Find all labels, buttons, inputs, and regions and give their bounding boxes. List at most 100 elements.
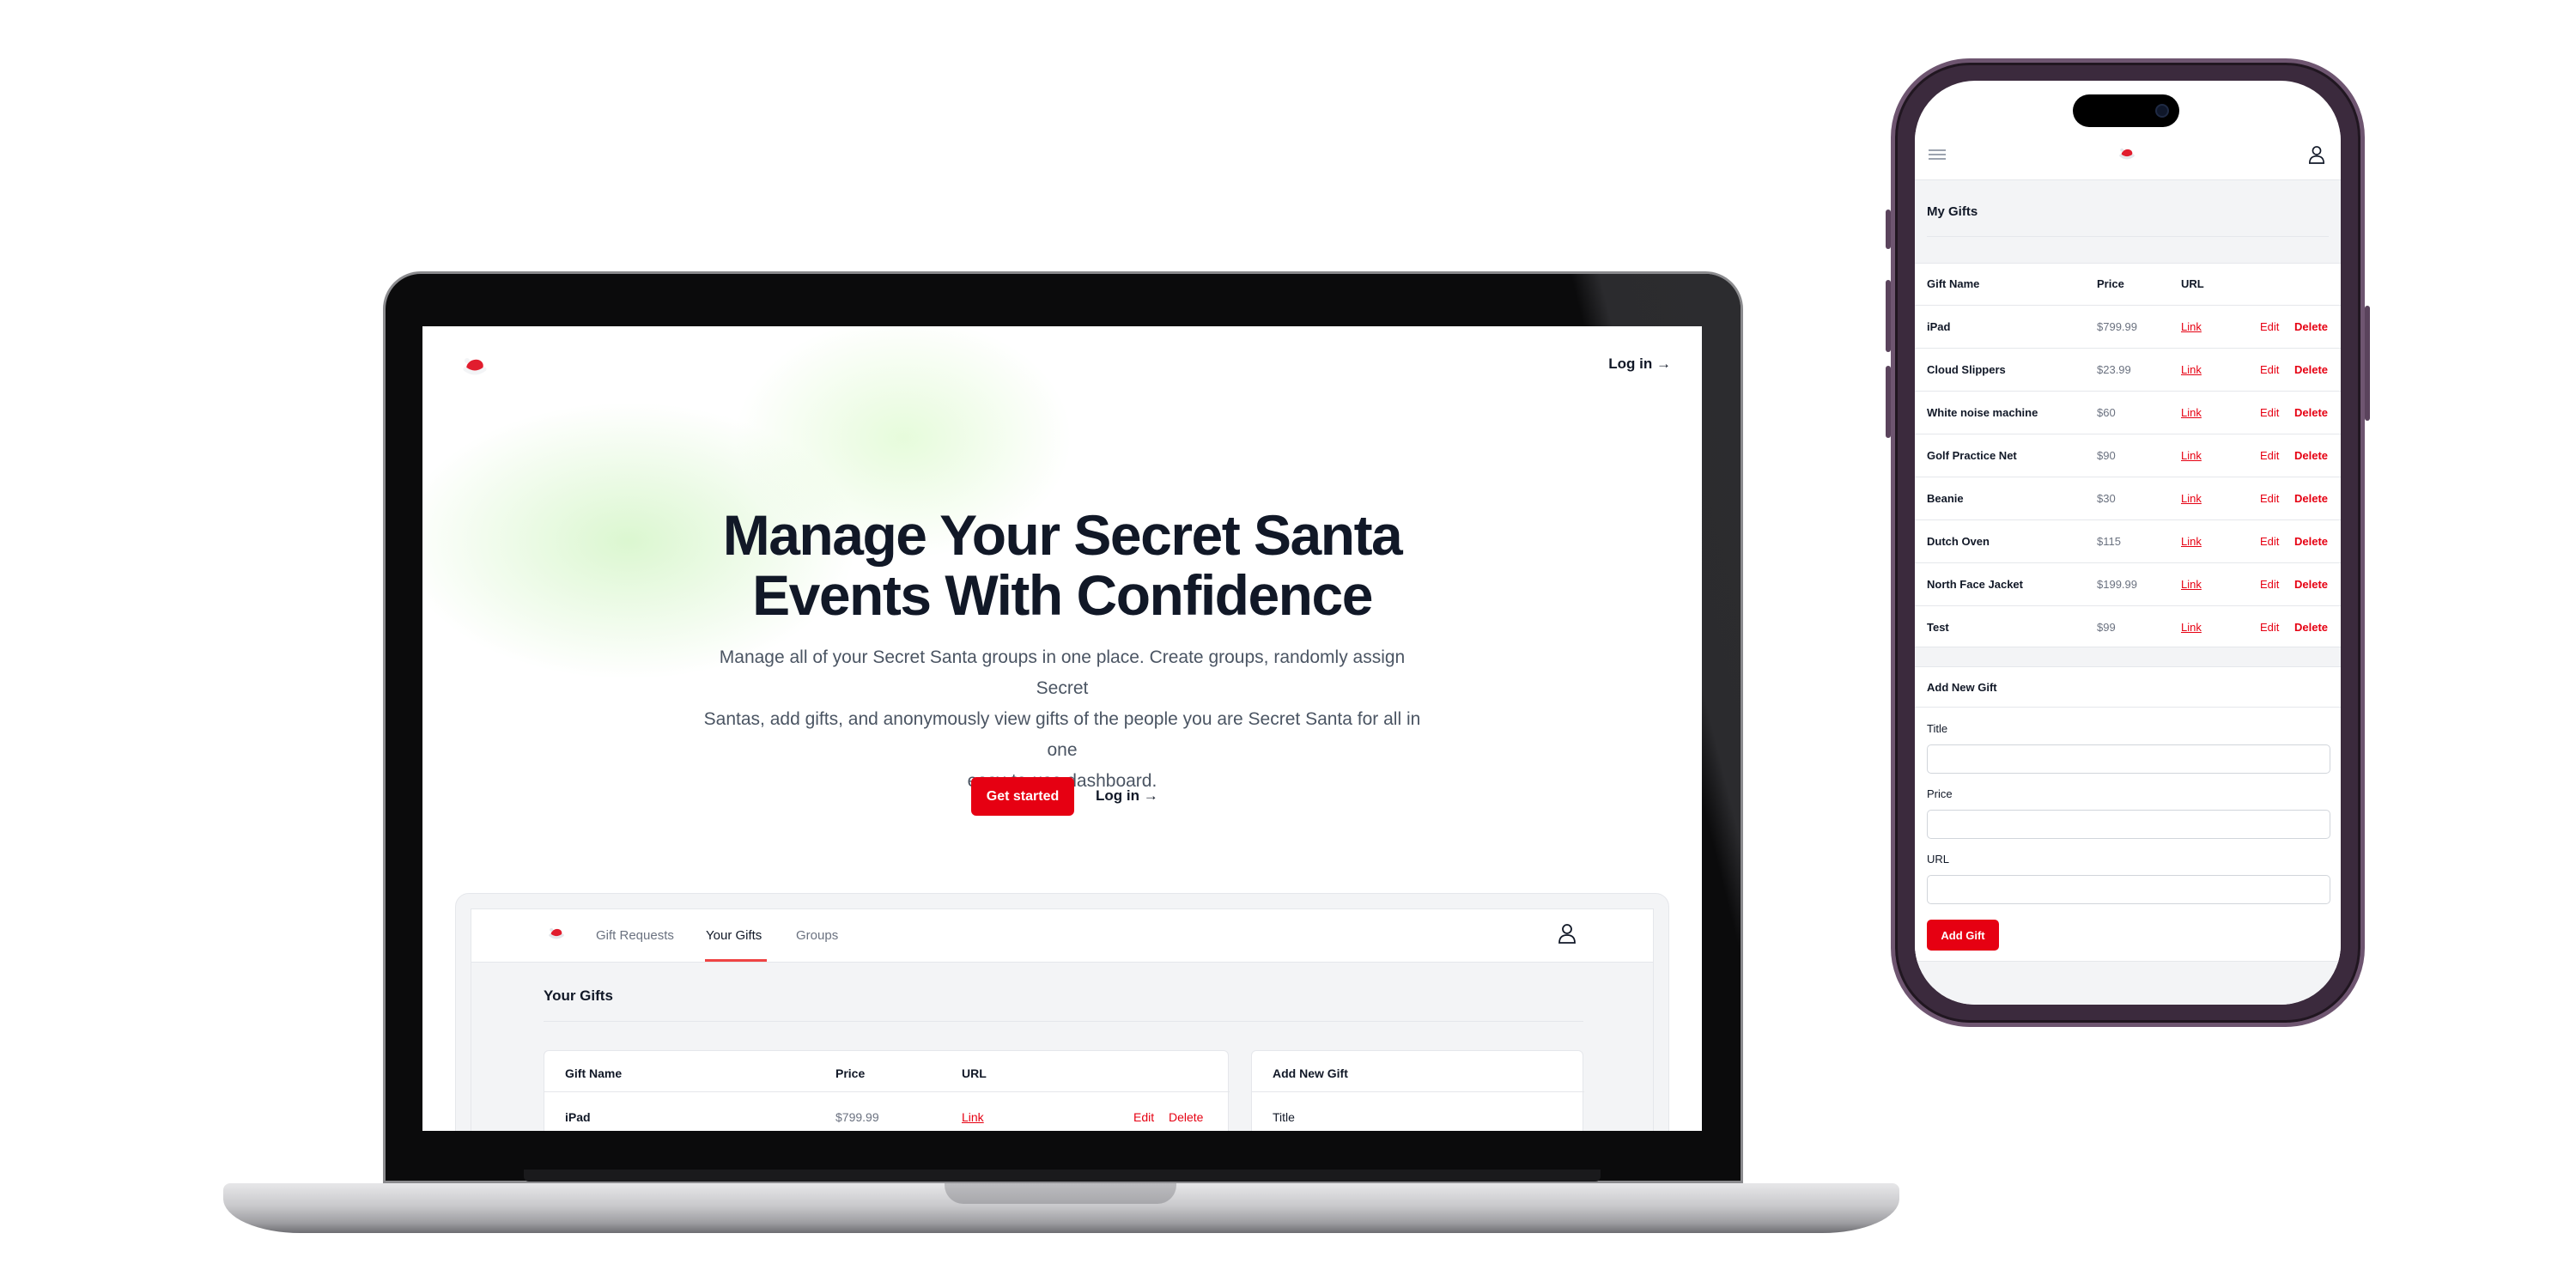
hero-title-line: Manage Your Secret Santa xyxy=(722,503,1403,567)
hamburger-menu-icon[interactable] xyxy=(1929,147,1946,162)
edit-button[interactable]: Edit xyxy=(2260,492,2279,505)
gift-name-cell: North Face Jacket xyxy=(1927,578,2023,591)
phone-body: My Gifts Gift Name Price URL iPad $799.99… xyxy=(1915,180,2341,1005)
get-started-button[interactable]: Get started xyxy=(971,777,1074,816)
edit-button[interactable]: Edit xyxy=(2260,535,2279,548)
gift-price-cell: $115 xyxy=(2097,535,2121,548)
gifts-table: Gift Name Price URL iPad $799.99 Link Edit D… xyxy=(1915,263,2341,647)
table-row: Test $99 Link Edit Delete xyxy=(1915,605,2341,648)
url-input[interactable] xyxy=(1927,875,2330,904)
hero-title-line: Events With Confidence xyxy=(752,563,1373,627)
add-gift-title: Add New Gift xyxy=(1273,1066,1348,1080)
column-header: URL xyxy=(2181,277,2204,290)
gift-price-cell: $30 xyxy=(2097,492,2116,505)
edit-button[interactable]: Edit xyxy=(1133,1110,1154,1124)
add-gift-form: Add New Gift Title Price URL Add Gift xyxy=(1915,666,2341,962)
table-row: Cloud Slippers $23.99 Link Edit Delete xyxy=(1915,348,2341,391)
edit-button[interactable]: Edit xyxy=(2260,578,2279,591)
table-row: Golf Practice Net $90 Link Edit Delete xyxy=(1915,434,2341,477)
edit-button[interactable]: Edit xyxy=(2260,621,2279,634)
divider xyxy=(544,1091,1230,1092)
gift-name-cell: Golf Practice Net xyxy=(1927,449,2017,462)
price-label: Price xyxy=(1927,787,1953,800)
gift-name-cell: Beanie xyxy=(1927,492,1964,505)
column-header: Gift Name xyxy=(1927,277,1980,290)
edit-button[interactable]: Edit xyxy=(2260,406,2279,419)
gift-url-link[interactable]: Link xyxy=(2181,363,2202,376)
gift-price-cell: $90 xyxy=(2097,449,2116,462)
delete-button[interactable]: Delete xyxy=(2294,535,2328,548)
column-header: Gift Name xyxy=(565,1066,623,1080)
tab-gift-requests[interactable]: Gift Requests xyxy=(596,928,674,943)
tab-groups[interactable]: Groups xyxy=(796,928,838,943)
delete-button[interactable]: Delete xyxy=(1169,1110,1203,1124)
gift-price-cell: $199.99 xyxy=(2097,578,2137,591)
gift-url-link[interactable]: Link xyxy=(2181,578,2202,591)
edit-button[interactable]: Edit xyxy=(2260,320,2279,333)
edit-button[interactable]: Edit xyxy=(2260,449,2279,462)
divider xyxy=(1252,1091,1584,1092)
gift-name-cell: iPad xyxy=(1927,320,1951,333)
delete-button[interactable]: Delete xyxy=(2294,363,2328,376)
table-row: Dutch Oven $115 Link Edit Delete xyxy=(1915,519,2341,562)
delete-button[interactable]: Delete xyxy=(2294,578,2328,591)
add-gift-button[interactable]: Add Gift xyxy=(1927,920,1999,951)
column-header: Price xyxy=(835,1066,866,1080)
santa-hat-icon[interactable] xyxy=(460,352,489,378)
gift-url-link[interactable]: Link xyxy=(2181,492,2202,505)
hero-description: Manage all of your Secret Santa groups i… xyxy=(693,642,1431,797)
gift-url-link[interactable]: Link xyxy=(2181,320,2202,333)
divider xyxy=(1927,236,2329,237)
delete-button[interactable]: Delete xyxy=(2294,621,2328,634)
tab-your-gifts[interactable]: Your Gifts xyxy=(706,928,762,943)
column-header: URL xyxy=(962,1066,987,1080)
gift-price-cell: $799.99 xyxy=(2097,320,2137,333)
camera-icon xyxy=(2155,104,2169,118)
add-gift-title: Add New Gift xyxy=(1927,681,1997,694)
santa-hat-icon[interactable] xyxy=(547,924,566,941)
delete-button[interactable]: Delete xyxy=(2294,492,2328,505)
gift-price-cell: $60 xyxy=(2097,406,2116,419)
gift-url-link[interactable]: Link xyxy=(2181,406,2202,419)
gifts-table: Gift Name Price URL iPad $799.99 Link Ed… xyxy=(544,1050,1230,1131)
laptop-hinge xyxy=(524,1170,1601,1182)
gift-name-cell: iPad xyxy=(565,1110,591,1124)
laptop-screen: Log in → Manage Your Secret Santa Events… xyxy=(422,326,1702,1131)
title-input[interactable] xyxy=(1927,744,2330,774)
gift-url-link[interactable]: Link xyxy=(2181,535,2202,548)
laptop-notch xyxy=(945,1183,1176,1204)
url-label: URL xyxy=(1927,853,1950,866)
gift-name-cell: Dutch Oven xyxy=(1927,535,1990,548)
phone-screen: My Gifts Gift Name Price URL iPad $799.99… xyxy=(1915,81,2341,1005)
gift-name-cell: Test xyxy=(1927,621,1949,634)
divider xyxy=(544,1021,1583,1022)
phone-power-button xyxy=(2365,306,2370,421)
gift-url-link[interactable]: Link xyxy=(2181,449,2202,462)
dashboard-nav: Gift Requests Your Gifts Groups xyxy=(471,909,1653,963)
delete-button[interactable]: Delete xyxy=(2294,406,2328,419)
hero-title: Manage Your Secret Santa Events With Con… xyxy=(422,505,1702,625)
title-label: Title xyxy=(1273,1110,1295,1124)
active-tab-indicator xyxy=(705,959,767,962)
nav-login-link[interactable]: Log in → xyxy=(1608,355,1671,373)
phone-header xyxy=(1915,132,2341,180)
price-input[interactable] xyxy=(1927,810,2330,839)
hero-description-line: Santas, add gifts, and anonymously view … xyxy=(703,709,1421,760)
user-icon[interactable] xyxy=(2308,143,2325,166)
edit-button[interactable]: Edit xyxy=(2260,363,2279,376)
user-icon[interactable] xyxy=(1558,922,1577,945)
delete-button[interactable]: Delete xyxy=(2294,449,2328,462)
hero-description-line: Manage all of your Secret Santa groups i… xyxy=(719,647,1406,698)
delete-button[interactable]: Delete xyxy=(2294,320,2328,333)
gift-name-cell: White noise machine xyxy=(1927,406,2038,419)
gift-price-cell: $99 xyxy=(2097,621,2116,634)
dashboard-heading: Your Gifts xyxy=(544,987,613,1004)
hero-login-link[interactable]: Log in → xyxy=(1096,787,1158,805)
gift-url-link[interactable]: Link xyxy=(962,1110,984,1124)
divider xyxy=(1915,707,2341,708)
santa-hat-icon[interactable] xyxy=(2117,144,2136,161)
gift-url-link[interactable]: Link xyxy=(2181,621,2202,634)
page-title: My Gifts xyxy=(1927,204,1978,219)
column-header: Price xyxy=(2097,277,2124,290)
gift-price-cell: $23.99 xyxy=(2097,363,2131,376)
